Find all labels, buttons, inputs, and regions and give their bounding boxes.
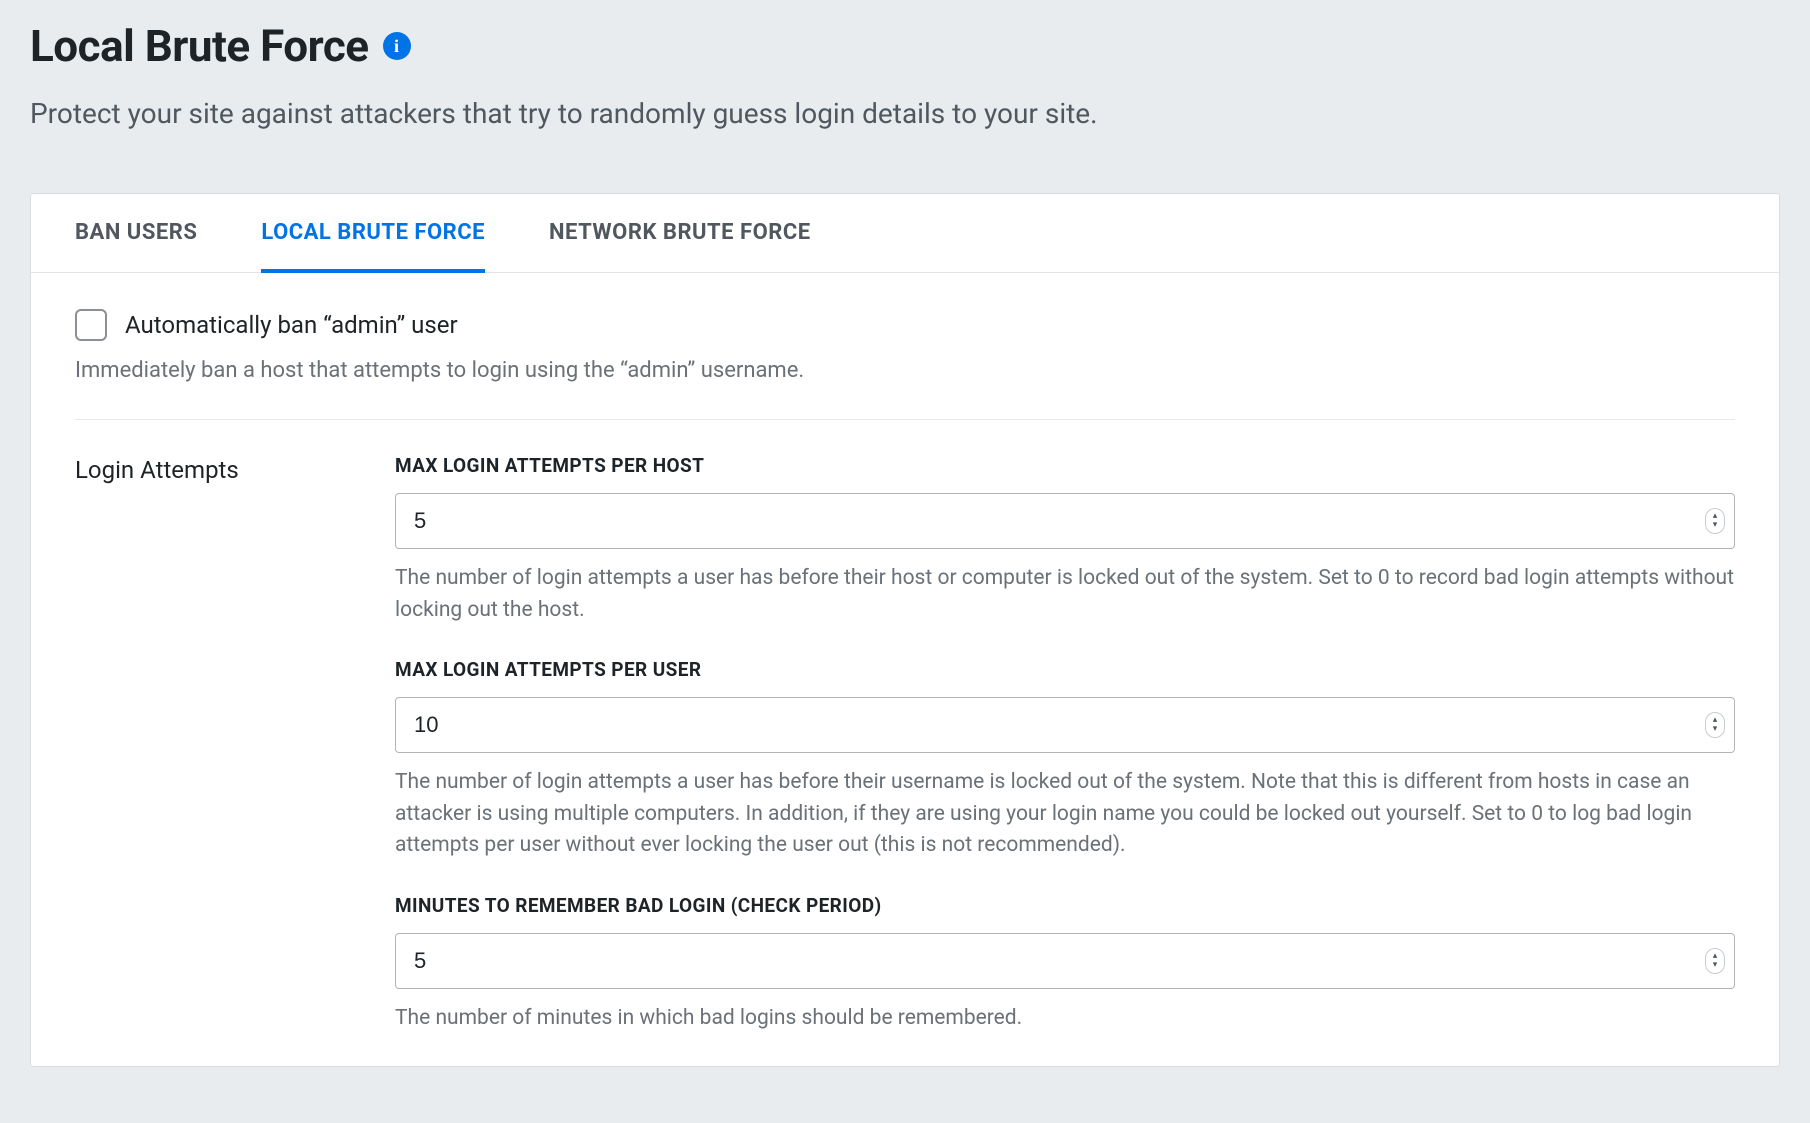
max-per-host-input-wrap: [395, 493, 1735, 549]
auto-ban-checkbox-row: Automatically ban “admin” user: [75, 309, 1735, 341]
max-per-host-help: The number of login attempts a user has …: [395, 563, 1735, 626]
tab-network-brute-force[interactable]: NETWORK BRUTE FORCE: [549, 194, 811, 273]
page-header: Local Brute Force i Protect your site ag…: [30, 20, 1780, 133]
info-icon[interactable]: i: [383, 32, 411, 60]
tab-ban-users[interactable]: BAN USERS: [75, 194, 197, 273]
max-per-user-input[interactable]: [395, 697, 1735, 753]
panel-body: Automatically ban “admin” user Immediate…: [31, 273, 1779, 1066]
max-per-host-field: MAX LOGIN ATTEMPTS PER HOST The number o…: [395, 454, 1735, 626]
max-per-user-stepper[interactable]: [1705, 712, 1725, 738]
login-attempts-section: Login Attempts MAX LOGIN ATTEMPTS PER HO…: [75, 454, 1735, 1066]
settings-panel: BAN USERS LOCAL BRUTE FORCE NETWORK BRUT…: [30, 193, 1780, 1067]
max-per-user-label: MAX LOGIN ATTEMPTS PER USER: [395, 658, 1735, 681]
max-per-user-input-wrap: [395, 697, 1735, 753]
auto-ban-label: Automatically ban “admin” user: [125, 311, 458, 339]
minutes-remember-input-wrap: [395, 933, 1735, 989]
auto-ban-checkbox[interactable]: [75, 309, 107, 341]
minutes-remember-help: The number of minutes in which bad login…: [395, 1003, 1735, 1035]
title-row: Local Brute Force i: [30, 20, 1780, 72]
auto-ban-description: Immediately ban a host that attempts to …: [75, 355, 1735, 387]
chevron-down-icon[interactable]: [1713, 521, 1718, 530]
max-per-user-field: MAX LOGIN ATTEMPTS PER USER The number o…: [395, 658, 1735, 862]
max-per-host-label: MAX LOGIN ATTEMPTS PER HOST: [395, 454, 1735, 477]
login-attempts-fields: MAX LOGIN ATTEMPTS PER HOST The number o…: [395, 454, 1735, 1066]
tabs: BAN USERS LOCAL BRUTE FORCE NETWORK BRUT…: [31, 194, 1779, 273]
chevron-down-icon[interactable]: [1713, 725, 1718, 734]
minutes-remember-stepper[interactable]: [1705, 948, 1725, 974]
minutes-remember-field: MINUTES TO REMEMBER BAD LOGIN (CHECK PER…: [395, 894, 1735, 1035]
tab-local-brute-force[interactable]: LOCAL BRUTE FORCE: [261, 194, 485, 273]
max-per-host-input[interactable]: [395, 493, 1735, 549]
max-per-user-help: The number of login attempts a user has …: [395, 767, 1735, 862]
minutes-remember-label: MINUTES TO REMEMBER BAD LOGIN (CHECK PER…: [395, 894, 1735, 917]
auto-ban-setting: Automatically ban “admin” user Immediate…: [75, 309, 1735, 420]
page-subtitle: Protect your site against attackers that…: [30, 94, 1780, 133]
minutes-remember-input[interactable]: [395, 933, 1735, 989]
chevron-down-icon[interactable]: [1713, 961, 1718, 970]
max-per-host-stepper[interactable]: [1705, 508, 1725, 534]
page-title: Local Brute Force: [30, 20, 369, 72]
login-attempts-section-label: Login Attempts: [75, 454, 305, 1066]
